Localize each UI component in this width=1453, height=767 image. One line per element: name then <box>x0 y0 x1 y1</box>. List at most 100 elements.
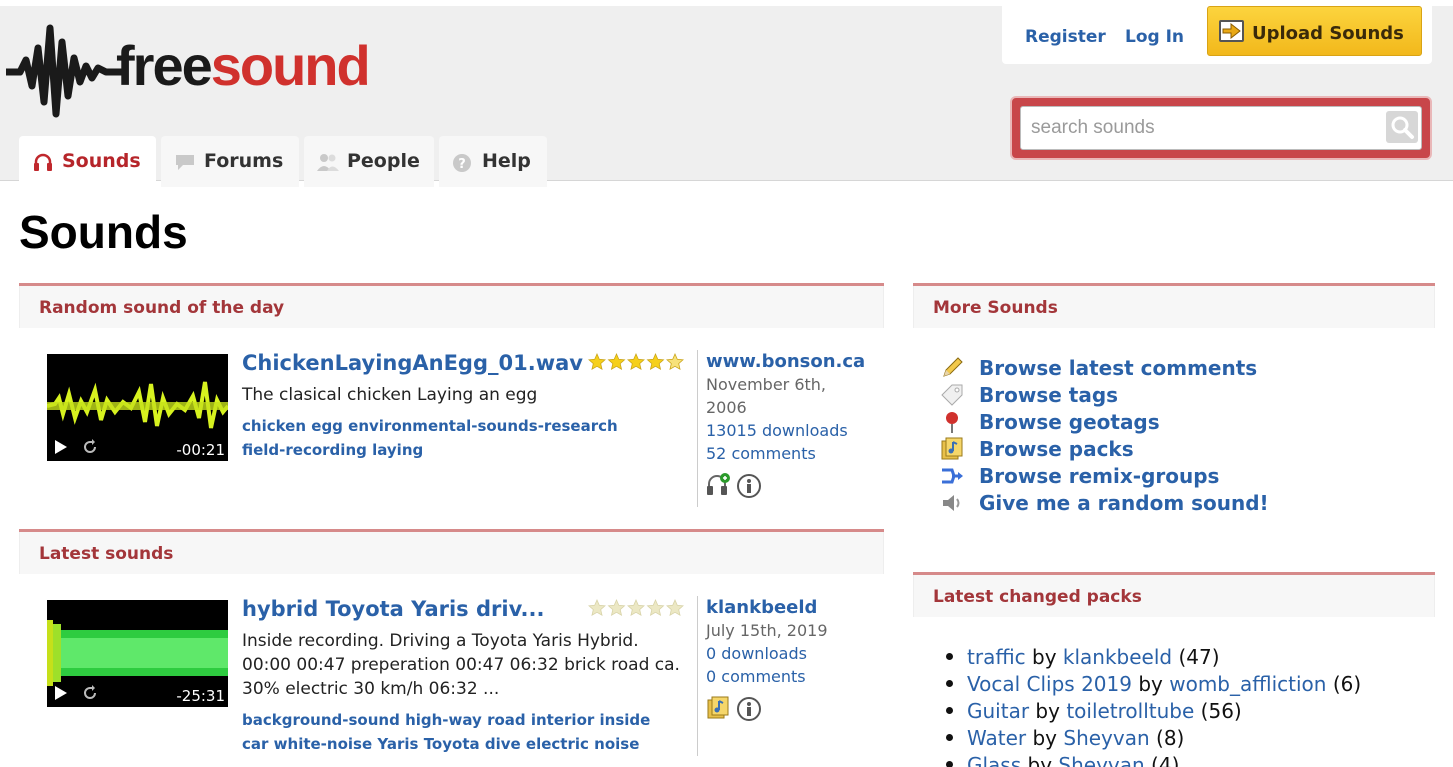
freesound-logo[interactable]: freesound <box>6 14 376 124</box>
sound-duration: -00:21 <box>176 441 225 459</box>
tag-link[interactable]: Toyota <box>424 735 480 753</box>
rating-stars[interactable] <box>588 598 686 621</box>
rating-stars[interactable] <box>588 352 686 375</box>
tag-link[interactable]: high-way <box>405 711 482 729</box>
help-icon: ? <box>452 153 472 178</box>
star-icon[interactable] <box>627 352 645 371</box>
tab-people[interactable]: People <box>304 136 434 187</box>
latest-sound-player[interactable]: -25:31 <box>47 600 228 707</box>
sound-duration: -25:31 <box>176 687 225 705</box>
sound-icons <box>706 696 867 722</box>
latest-packs-heading: Latest changed packs <box>913 575 1435 617</box>
pack-list-item: Water by Sheyvan (8) <box>946 726 1184 750</box>
pack-by-text: by <box>1026 726 1064 750</box>
comments-link[interactable]: 52 comments <box>706 444 816 463</box>
tag-link[interactable]: road <box>487 711 526 729</box>
tab-help[interactable]: ? Help <box>439 136 547 187</box>
pack-user-link[interactable]: toiletrolltube <box>1066 699 1194 723</box>
more-item-label: Browse latest comments <box>979 356 1258 380</box>
pack-icon[interactable] <box>706 696 730 720</box>
bullet-icon <box>946 653 953 660</box>
star-icon[interactable] <box>627 598 645 617</box>
pack-name-link[interactable]: Water <box>967 726 1026 750</box>
tag-link[interactable]: noise <box>594 735 639 753</box>
tag-link[interactable]: environmental-sounds-research <box>348 417 618 435</box>
sound-user-link[interactable]: klankbeeld <box>706 597 817 618</box>
downloads-link[interactable]: 0 downloads <box>706 644 807 663</box>
star-icon[interactable] <box>666 598 684 617</box>
latest-sounds-heading: Latest sounds <box>19 532 884 574</box>
tag-link[interactable]: field-recording <box>242 441 367 459</box>
info-icon[interactable] <box>736 696 762 722</box>
pack-user-link[interactable]: Sheyvan <box>1058 753 1144 767</box>
pencil-icon <box>943 357 963 377</box>
pack-by-text: by <box>1021 753 1059 767</box>
star-icon[interactable] <box>666 352 684 371</box>
bullet-icon <box>946 734 953 741</box>
play-icon[interactable] <box>54 439 68 455</box>
sound-title-link[interactable]: ChickenLayingAnEgg_01.wav <box>242 351 583 375</box>
pack-icon <box>941 437 963 460</box>
tag-link[interactable]: car <box>242 735 268 753</box>
sound-title-link[interactable]: hybrid Toyota Yaris driv... <box>242 597 544 621</box>
loop-icon[interactable] <box>81 684 99 702</box>
pack-user-link[interactable]: womb_affliction <box>1169 672 1326 696</box>
sound-tags: background-sound high-way road interior … <box>242 708 692 756</box>
search-box <box>1010 96 1432 160</box>
pack-name-link[interactable]: Vocal Clips 2019 <box>967 672 1132 696</box>
search-input[interactable] <box>1020 106 1422 150</box>
pack-count: (47) <box>1172 645 1220 669</box>
more-item-label: Give me a random sound! <box>979 491 1269 515</box>
tag-link[interactable]: electric <box>526 735 589 753</box>
tag-link[interactable]: interior <box>531 711 594 729</box>
random-sound-heading: Random sound of the day <box>19 286 884 328</box>
loop-icon[interactable] <box>81 438 99 456</box>
tag-link[interactable]: white-noise <box>274 735 372 753</box>
info-icon[interactable] <box>736 473 762 499</box>
downloads-link[interactable]: 13015 downloads <box>706 421 848 440</box>
login-link[interactable]: Log In <box>1125 27 1184 47</box>
random-sound-player[interactable]: -00:21 <box>47 354 228 461</box>
star-rating-icon <box>588 598 684 617</box>
star-icon[interactable] <box>588 598 606 617</box>
tag-link[interactable]: inside <box>600 711 651 729</box>
star-icon[interactable] <box>607 598 626 617</box>
tag-link[interactable]: Yaris <box>377 735 418 753</box>
tab-forums[interactable]: Forums <box>161 136 299 187</box>
tag-link[interactable]: egg <box>311 417 343 435</box>
sound-description: Inside recording. Driving a Toyota Yaris… <box>242 631 680 699</box>
tag-link[interactable]: chicken <box>242 417 306 435</box>
pack-user-link[interactable]: klankbeeld <box>1063 645 1172 669</box>
comments-link[interactable]: 0 comments <box>706 667 806 686</box>
pack-name-link[interactable]: Guitar <box>967 699 1029 723</box>
pack-count: (56) <box>1194 699 1242 723</box>
svg-text:?: ? <box>458 157 466 172</box>
star-icon[interactable] <box>646 352 665 371</box>
upload-sounds-button[interactable]: Upload Sounds <box>1207 6 1422 56</box>
tag-link[interactable]: background-sound <box>242 711 400 729</box>
tab-sounds[interactable]: Sounds <box>19 136 156 188</box>
register-link[interactable]: Register <box>1025 27 1106 47</box>
sound-date: July 15th, 2019 <box>706 621 828 640</box>
logo-free: free <box>116 34 213 97</box>
pack-count: (8) <box>1149 726 1185 750</box>
geotag-headphones-icon[interactable] <box>706 473 730 497</box>
star-icon[interactable] <box>607 352 626 371</box>
pack-name-link[interactable]: Glass <box>967 753 1021 767</box>
star-icon[interactable] <box>646 598 665 617</box>
pack-count: (4) <box>1144 753 1180 767</box>
pack-count: (6) <box>1326 672 1362 696</box>
tag-link[interactable]: dive <box>485 735 521 753</box>
pack-name-link[interactable]: traffic <box>967 645 1026 669</box>
sound-user-link[interactable]: www.bonson.ca <box>706 351 865 372</box>
people-icon <box>317 153 339 176</box>
star-icon[interactable] <box>588 352 606 371</box>
play-icon[interactable] <box>54 685 68 701</box>
pack-user-link[interactable]: Sheyvan <box>1063 726 1149 750</box>
map-pin-icon <box>946 412 958 433</box>
pack-list-item: traffic by klankbeeld (47) <box>946 645 1220 669</box>
search-button[interactable] <box>1386 111 1418 143</box>
pack-by-text: by <box>1029 699 1067 723</box>
sound-tags: chicken egg environmental-sounds-researc… <box>242 414 682 462</box>
tag-link[interactable]: laying <box>372 441 423 459</box>
